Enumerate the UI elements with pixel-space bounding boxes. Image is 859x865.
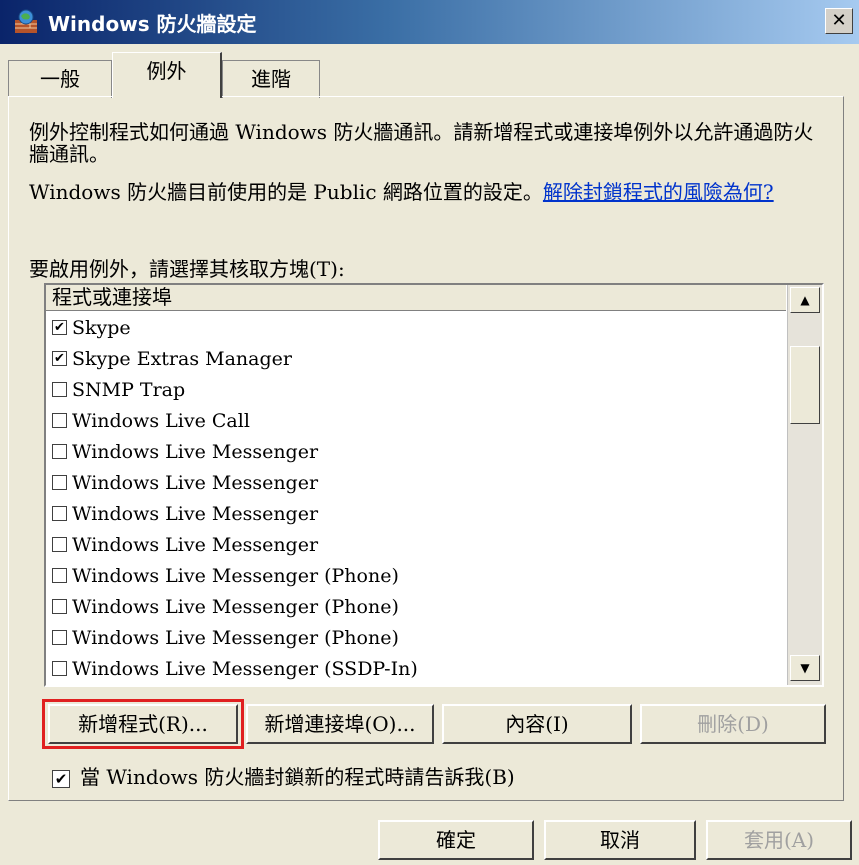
- list-item-label: Windows Live Messenger (SSDP-In): [72, 658, 418, 680]
- notify-option[interactable]: ✔ 當 Windows 防火牆封鎖新的程式時請告訴我(B): [52, 761, 515, 790]
- list-item[interactable]: Windows Live Messenger: [46, 468, 786, 499]
- exception-checkbox[interactable]: [52, 506, 67, 521]
- exceptions-list[interactable]: 程式或連接埠 ✔ Skype ✔ Skype Extras Manager SNMP T…: [44, 283, 824, 687]
- exception-checkbox[interactable]: [52, 661, 67, 676]
- exception-checkbox[interactable]: [52, 537, 67, 552]
- list-item-label: Skype: [72, 317, 131, 339]
- add-port-button[interactable]: 新增連接埠(O)...: [246, 704, 434, 744]
- list-item[interactable]: Windows Live Call: [46, 406, 786, 437]
- risk-link[interactable]: 解除封鎖程式的風險為何?: [543, 180, 774, 204]
- exception-checkbox[interactable]: ✔: [52, 320, 67, 335]
- exception-checkbox[interactable]: [52, 444, 67, 459]
- list-item-label: Windows Live Messenger (Phone): [72, 596, 399, 618]
- scroll-up-button[interactable]: ▲: [790, 287, 820, 313]
- exception-checkbox[interactable]: ✔: [52, 351, 67, 366]
- tab-advanced[interactable]: 進階: [222, 60, 320, 98]
- close-button[interactable]: ✕: [825, 8, 853, 34]
- exception-checkbox[interactable]: [52, 413, 67, 428]
- firewall-settings-window: Windows 防火牆設定 ✕ 一般 例外 進階 例外控制程式如何通過 Wind…: [0, 0, 859, 865]
- list-item-label: Windows Live Messenger: [72, 441, 319, 463]
- location-text: Windows 防火牆目前使用的是 Public 網路位置的設定。: [29, 180, 543, 204]
- list-item-label: SNMP Trap: [72, 379, 186, 401]
- list-item-label: Windows Live Messenger: [72, 534, 319, 556]
- list-item[interactable]: Windows Live Messenger (Phone): [46, 623, 786, 654]
- delete-button: 刪除(D): [640, 704, 826, 744]
- exception-checkbox[interactable]: [52, 568, 67, 583]
- add-program-button[interactable]: 新增程式(R)...: [48, 704, 238, 744]
- list-item[interactable]: SNMP Trap: [46, 375, 786, 406]
- exception-checkbox[interactable]: [52, 475, 67, 490]
- exceptions-description: 例外控制程式如何通過 Windows 防火牆通訊。請新增程式或連接埠例外以允許通…: [29, 120, 814, 166]
- list-item-label: Windows Live Call: [72, 410, 250, 432]
- location-description: Windows 防火牆目前使用的是 Public 網路位置的設定。解除封鎖程式的…: [29, 181, 829, 203]
- notify-label: 當 Windows 防火牆封鎖新的程式時請告訴我(B): [80, 765, 515, 789]
- list-item[interactable]: ✔ Skype: [46, 313, 786, 344]
- list-item[interactable]: Windows Live Messenger: [46, 437, 786, 468]
- list-item[interactable]: Windows Live Messenger (Phone): [46, 592, 786, 623]
- notify-checkbox[interactable]: ✔: [52, 769, 70, 788]
- list-item-label: Skype Extras Manager: [72, 348, 292, 370]
- tab-exceptions[interactable]: 例外: [112, 52, 222, 98]
- cancel-button[interactable]: 取消: [544, 820, 696, 860]
- tab-general[interactable]: 一般: [8, 60, 112, 98]
- window-title: Windows 防火牆設定: [48, 12, 257, 36]
- exception-checkbox[interactable]: [52, 599, 67, 614]
- properties-button[interactable]: 內容(I): [442, 704, 632, 744]
- exception-checkbox[interactable]: [52, 382, 67, 397]
- list-item-label: Windows Live Messenger: [72, 472, 319, 494]
- list-item-label: Windows Live Messenger (Phone): [72, 565, 399, 587]
- list-item[interactable]: Windows Live Messenger: [46, 530, 786, 561]
- list-item[interactable]: Windows Live Messenger (SSDP-In): [46, 654, 786, 685]
- exception-checkbox[interactable]: [52, 630, 67, 645]
- title-bar[interactable]: Windows 防火牆設定 ✕: [0, 0, 859, 44]
- list-item[interactable]: Windows Live Messenger (Phone): [46, 561, 786, 592]
- firewall-icon: [15, 9, 37, 33]
- list-rows: ✔ Skype ✔ Skype Extras Manager SNMP Trap Wind…: [46, 313, 786, 685]
- vertical-scrollbar[interactable]: ▲ ▼: [787, 285, 822, 685]
- apply-button: 套用(A): [706, 820, 852, 860]
- scroll-down-button[interactable]: ▼: [790, 655, 820, 681]
- list-item-label: Windows Live Messenger (Phone): [72, 627, 399, 649]
- ok-button[interactable]: 確定: [378, 820, 534, 860]
- scroll-thumb[interactable]: [790, 346, 820, 424]
- list-item-label: Windows Live Messenger: [72, 503, 319, 525]
- list-header[interactable]: 程式或連接埠: [46, 285, 786, 311]
- list-item[interactable]: ✔ Skype Extras Manager: [46, 344, 786, 375]
- list-label: 要啟用例外，請選擇其核取方塊(T):: [29, 257, 345, 281]
- list-item[interactable]: Windows Live Messenger: [46, 499, 786, 530]
